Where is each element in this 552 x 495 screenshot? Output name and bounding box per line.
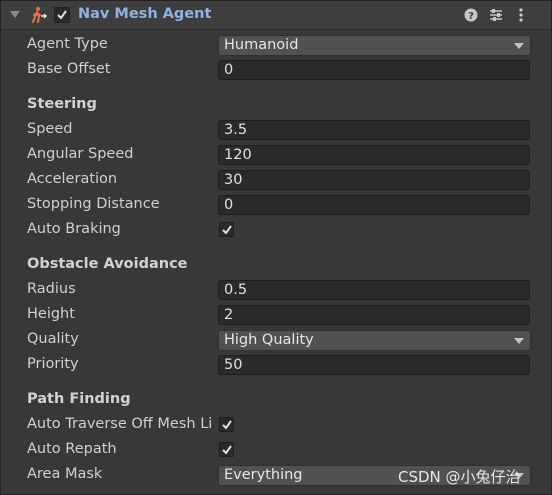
auto-braking-checkbox[interactable] <box>219 222 234 237</box>
priority-field[interactable]: 50 <box>218 355 530 375</box>
checkmark-icon <box>222 445 232 455</box>
help-icon[interactable]: ? <box>463 7 479 23</box>
quality-label: Quality <box>27 331 79 347</box>
acceleration-label: Acceleration <box>27 171 118 187</box>
stopping-distance-row: Stopping Distance 0 <box>1 193 551 218</box>
navmesh-agent-icon <box>30 6 48 24</box>
auto-traverse-label: Auto Traverse Off Mesh Li <box>27 416 213 432</box>
angular-speed-field[interactable]: 120 <box>218 145 530 165</box>
angular-speed-label: Angular Speed <box>27 146 134 162</box>
chevron-down-icon <box>514 43 524 49</box>
radius-label: Radius <box>27 281 76 297</box>
auto-braking-row: Auto Braking <box>1 218 551 243</box>
stopping-distance-value: 0 <box>224 197 234 213</box>
path-finding-header: Path Finding <box>27 391 131 407</box>
base-offset-label: Base Offset <box>27 61 111 77</box>
priority-label: Priority <box>27 356 79 372</box>
quality-row: Quality High Quality <box>1 328 551 353</box>
agent-type-dropdown[interactable]: Humanoid <box>218 35 531 56</box>
auto-repath-checkbox[interactable] <box>219 442 234 457</box>
speed-field[interactable]: 3.5 <box>218 120 530 140</box>
checkmark-icon <box>222 225 232 235</box>
steering-header: Steering <box>27 96 97 112</box>
priority-row: Priority 50 <box>1 353 551 378</box>
preset-icon[interactable] <box>488 7 504 23</box>
radius-value: 0.5 <box>224 282 248 298</box>
component-enabled-checkbox[interactable] <box>54 7 70 23</box>
auto-repath-label: Auto Repath <box>27 441 117 457</box>
agent-type-value: Humanoid <box>224 37 299 53</box>
component-title: Nav Mesh Agent <box>78 6 212 22</box>
auto-traverse-checkbox[interactable] <box>219 417 234 432</box>
height-row: Height 2 <box>1 303 551 328</box>
angular-speed-value: 120 <box>224 147 252 163</box>
speed-value: 3.5 <box>224 122 248 138</box>
watermark: CSDN @小兔仔治 <box>398 468 521 486</box>
auto-repath-row: Auto Repath <box>1 438 551 463</box>
stopping-distance-label: Stopping Distance <box>27 196 160 212</box>
stopping-distance-field[interactable]: 0 <box>218 195 530 215</box>
base-offset-row: Base Offset 0 <box>1 58 551 83</box>
acceleration-field[interactable]: 30 <box>218 170 530 190</box>
height-label: Height <box>27 306 75 322</box>
chevron-down-icon <box>514 338 524 344</box>
auto-traverse-row: Auto Traverse Off Mesh Li <box>1 413 551 438</box>
speed-label: Speed <box>27 121 73 137</box>
area-mask-value: Everything <box>224 467 303 483</box>
checkmark-icon <box>222 420 232 430</box>
more-icon[interactable] <box>513 7 529 23</box>
acceleration-value: 30 <box>224 172 243 188</box>
quality-value: High Quality <box>224 332 314 348</box>
quality-dropdown[interactable]: High Quality <box>218 330 531 351</box>
auto-braking-label: Auto Braking <box>27 221 121 237</box>
radius-row: Radius 0.5 <box>1 278 551 303</box>
base-offset-field[interactable]: 0 <box>218 60 530 80</box>
angular-speed-row: Angular Speed 120 <box>1 143 551 168</box>
svg-text:?: ? <box>468 11 474 22</box>
obstacle-avoidance-header: Obstacle Avoidance <box>27 256 188 272</box>
acceleration-row: Acceleration 30 <box>1 168 551 193</box>
foldout-arrow-icon[interactable] <box>10 11 20 18</box>
area-mask-label: Area Mask <box>27 466 103 482</box>
inspector-panel: Nav Mesh Agent ? Agent Type Humanoid Bas… <box>0 0 552 495</box>
radius-field[interactable]: 0.5 <box>218 280 530 300</box>
base-offset-value: 0 <box>224 62 234 78</box>
height-field[interactable]: 2 <box>218 305 530 325</box>
priority-value: 50 <box>224 357 243 373</box>
component-header[interactable]: Nav Mesh Agent ? <box>1 1 551 30</box>
agent-type-label: Agent Type <box>27 36 108 52</box>
height-value: 2 <box>224 307 234 323</box>
speed-row: Speed 3.5 <box>1 118 551 143</box>
agent-type-row: Agent Type Humanoid <box>1 33 551 58</box>
